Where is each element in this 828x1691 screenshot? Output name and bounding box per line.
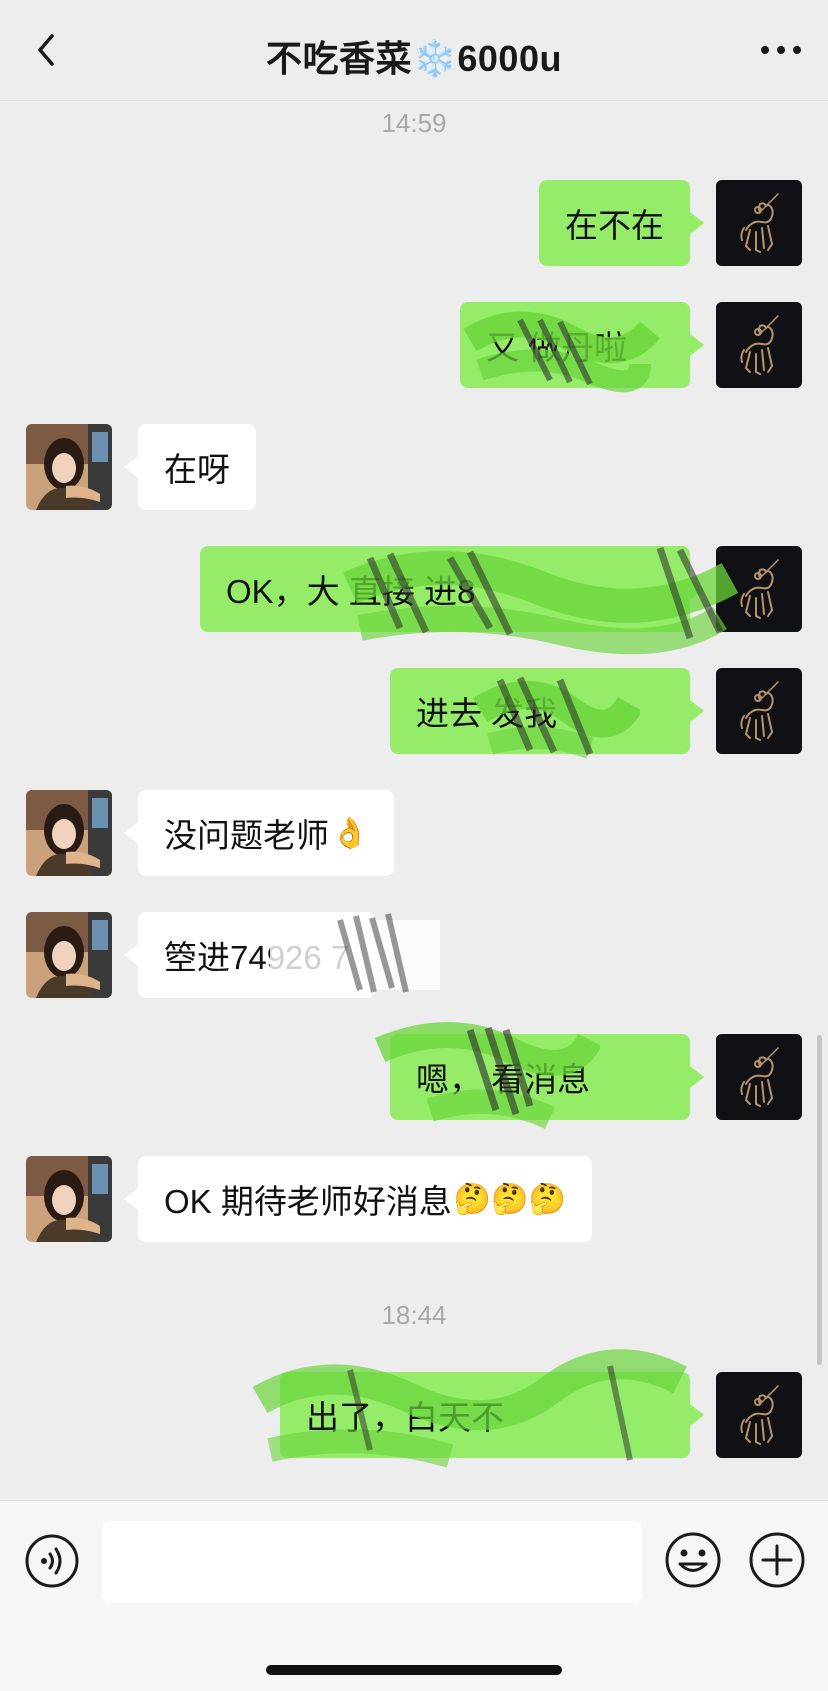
message-text: 没问题老师 <box>164 817 329 854</box>
smiley-icon[interactable] <box>664 1531 722 1589</box>
message-row: OK 期待老师好消息 🤔🤔🤔 <box>0 1156 828 1242</box>
contact-message-bubble[interactable]: 没问题老师 👌 <box>123 790 395 876</box>
my-message-bubble[interactable]: 又 做丹啦 <box>460 302 704 388</box>
contact-avatar[interactable] <box>26 424 112 510</box>
my-message-bubble[interactable]: 在不在 <box>539 180 704 266</box>
message-row: 在呀 <box>0 424 828 510</box>
message-row: OK，大 直接 进8 <box>0 546 828 632</box>
message-row: 嗯， 看消息 <box>0 1034 828 1120</box>
thinking-face-emoji: 🤔🤔🤔 <box>453 1182 566 1216</box>
ok-hand-emoji: 👌 <box>331 816 369 850</box>
title-suffix: 6000u <box>457 38 562 79</box>
contact-message-bubble[interactable]: 在呀 <box>124 424 256 510</box>
snowflake-icon: ❄️ <box>412 38 458 79</box>
timestamp: 18:44 <box>381 1300 447 1330</box>
home-indicator[interactable] <box>266 1665 562 1675</box>
ellipsis-icon[interactable] <box>758 36 804 64</box>
timestamp: 14:59 <box>381 108 447 138</box>
my-avatar[interactable] <box>716 302 802 388</box>
contact-message-bubble[interactable]: OK 期待老师好消息 🤔🤔🤔 <box>124 1156 592 1242</box>
my-message-bubble[interactable]: 进去 发我 <box>390 668 704 754</box>
message-row: 没问题老师 👌 <box>0 790 828 876</box>
title-name: 不吃香菜 <box>266 38 413 79</box>
message-row: 箜进74926 7 <box>0 912 828 998</box>
contact-message-bubble[interactable]: 箜进74926 7 <box>123 912 376 998</box>
message-row: 在不在 <box>0 180 828 266</box>
plus-icon[interactable] <box>748 1531 806 1589</box>
chat-header: 不吃香菜❄️6000u <box>0 0 828 101</box>
input-bar <box>0 1500 828 1691</box>
message-row: 出了，白天不 <box>0 1372 828 1458</box>
message-input[interactable] <box>102 1521 642 1603</box>
chat-title: 不吃香菜❄️6000u <box>0 30 828 82</box>
message-text: OK 期待老师好消息 <box>164 1183 452 1220</box>
my-message-bubble[interactable]: OK，大 直接 进8 <box>200 546 704 632</box>
message-row: 又 做丹啦 <box>0 302 828 388</box>
contact-avatar[interactable] <box>26 790 112 876</box>
my-avatar[interactable] <box>716 1034 802 1120</box>
contact-avatar[interactable] <box>26 1156 112 1242</box>
my-message-bubble[interactable]: 出了，白天不 <box>280 1372 704 1458</box>
contact-avatar[interactable] <box>26 912 112 998</box>
my-avatar[interactable] <box>716 668 802 754</box>
voice-icon[interactable] <box>24 1533 80 1589</box>
my-avatar[interactable] <box>716 180 802 266</box>
my-avatar[interactable] <box>716 1372 802 1458</box>
message-row: 进去 发我 <box>0 668 828 754</box>
my-message-bubble[interactable]: 嗯， 看消息 <box>390 1034 704 1120</box>
my-avatar[interactable] <box>716 546 802 632</box>
chat-scrollbar[interactable] <box>817 1035 822 1365</box>
